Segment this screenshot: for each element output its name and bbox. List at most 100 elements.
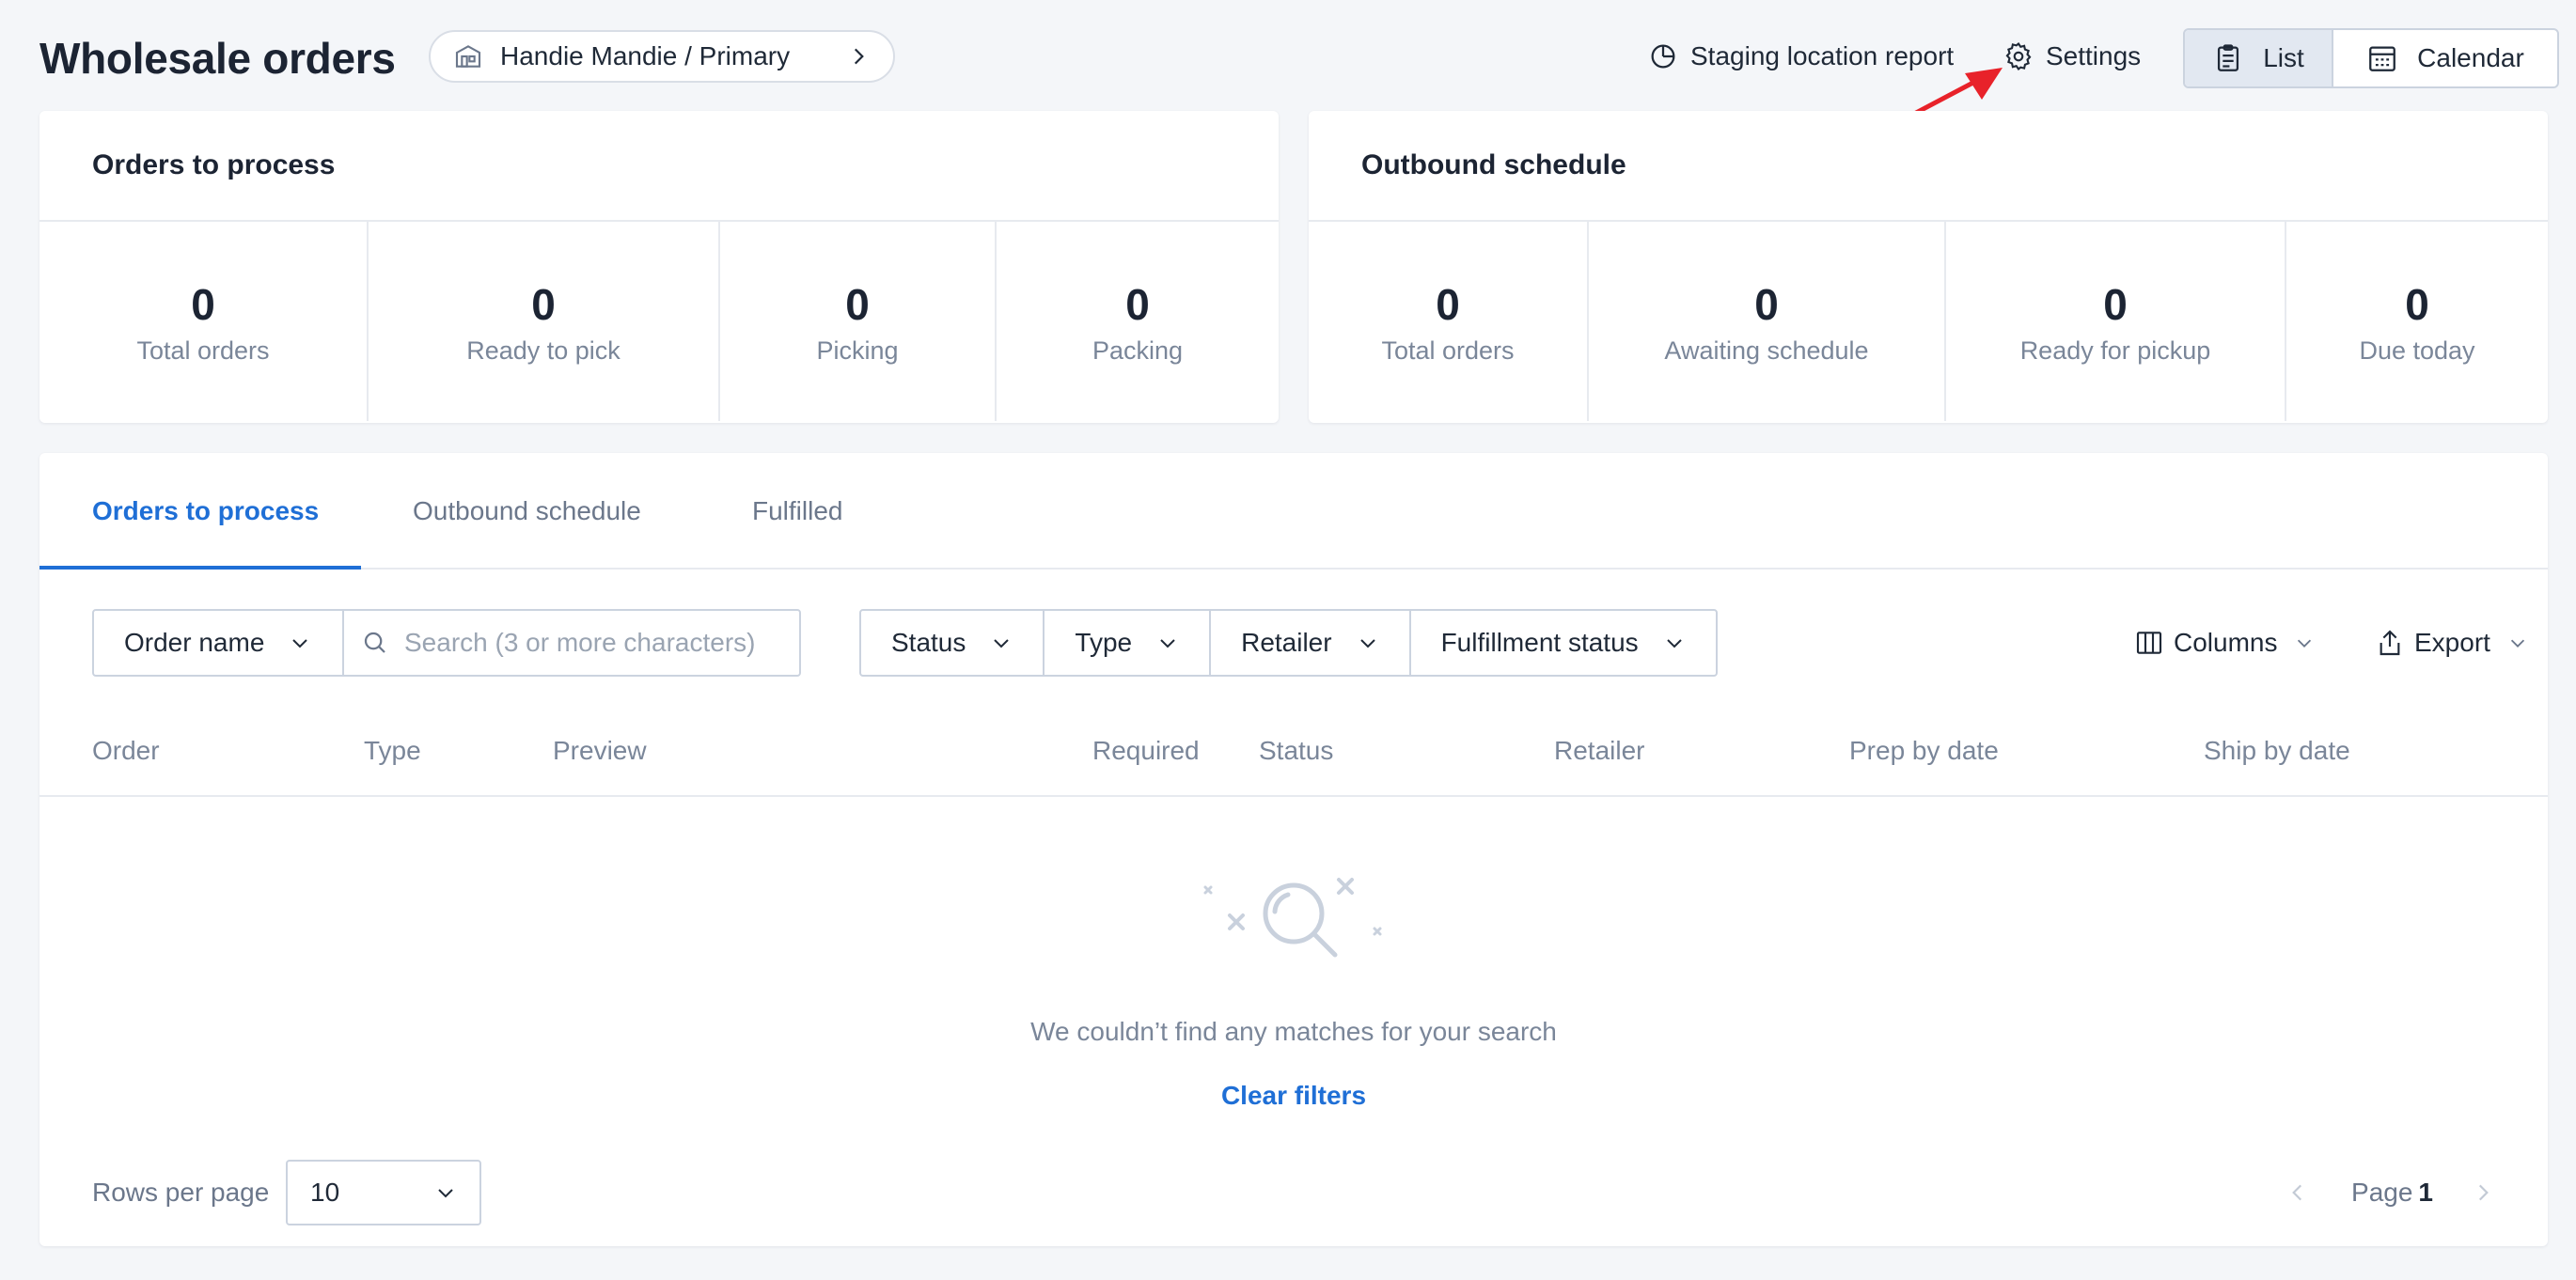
empty-state: We couldn’t find any matches for your se… [39, 866, 2548, 1111]
stat-total-orders: 0 Total orders [1309, 222, 1589, 421]
page-number: 1 [2418, 1178, 2433, 1207]
chevron-down-icon [1160, 639, 1175, 648]
page-indicator: Page 1 [2351, 1178, 2433, 1208]
stat-label: Ready to pick [466, 336, 620, 365]
column-header-retailer[interactable]: Retailer [1554, 705, 1644, 797]
table-header-row: Order Type Preview Required Status Retai… [39, 705, 2548, 797]
chevron-right-icon [854, 48, 864, 65]
empty-state-message: We couldn’t find any matches for your se… [1030, 1017, 1557, 1046]
stat-value: 0 [845, 279, 870, 329]
stats-row: 0 Total orders 0 Ready to pick 0 Picking… [39, 222, 1279, 421]
calendar-view-button[interactable]: Calendar [2333, 30, 2557, 86]
column-header-prep-by-date[interactable]: Prep by date [1849, 705, 1999, 797]
retailer-filter-button[interactable]: Retailer [1211, 611, 1411, 675]
chevron-down-icon [292, 639, 308, 648]
stat-value: 0 [1436, 279, 1460, 329]
page-header: Wholesale orders Handie Mandie / Primary… [39, 28, 2559, 88]
status-filter-label: Status [891, 628, 966, 657]
search-box [344, 611, 799, 675]
location-label: Handie Mandie / Primary [500, 41, 791, 70]
clipboard-icon [2218, 44, 2239, 71]
chevron-down-icon [2510, 639, 2525, 648]
column-header-required[interactable]: Required [1092, 705, 1200, 797]
view-toggle: List Calendar [2183, 28, 2559, 88]
gear-icon [2005, 41, 2032, 71]
stat-packing: 0 Packing [997, 222, 1279, 421]
stat-picking: 0 Picking [720, 222, 997, 421]
fulfillment-status-filter-label: Fulfillment status [1440, 628, 1639, 657]
settings-button[interactable]: Settings [2003, 38, 2141, 75]
chevron-left-icon[interactable] [2285, 1180, 2310, 1205]
export-button[interactable]: Export [2375, 609, 2528, 677]
stat-value: 0 [1125, 279, 1150, 329]
page-label: Page [2351, 1178, 2413, 1207]
stat-total-orders: 0 Total orders [39, 222, 369, 421]
search-input[interactable] [404, 628, 780, 658]
columns-label: Columns [2174, 628, 2278, 657]
list-view-button[interactable]: List [2185, 30, 2333, 86]
staging-location-report-label: Staging location report [1690, 41, 1955, 70]
search-icon [364, 632, 385, 653]
stat-value: 0 [2103, 279, 2128, 329]
stat-label: Packing [1092, 336, 1184, 365]
stat-label: Due today [2359, 336, 2475, 365]
chevron-down-icon [438, 1189, 453, 1198]
stat-awaiting-schedule: 0 Awaiting schedule [1589, 222, 1946, 421]
type-filter-label: Type [1075, 628, 1133, 657]
type-filter-button[interactable]: Type [1045, 611, 1212, 675]
chevron-down-icon [1666, 639, 1682, 648]
stat-label: Ready for pickup [2019, 336, 2211, 365]
calendar-view-label: Calendar [2417, 43, 2524, 72]
column-header-ship-by-date[interactable]: Ship by date [2204, 705, 2350, 797]
settings-label: Settings [2046, 41, 2142, 70]
warehouse-icon [455, 45, 481, 68]
active-tab-indicator [39, 566, 361, 570]
chevron-down-icon [1359, 639, 1375, 648]
column-header-status[interactable]: Status [1259, 705, 1333, 797]
tab-bar: Orders to process Outbound schedule Fulf… [39, 453, 2548, 570]
orders-to-process-card: Orders to process 0 Total orders 0 Ready… [39, 111, 1279, 423]
stat-value: 0 [2405, 279, 2429, 329]
table-footer: Rows per page 10 Page 1 [92, 1160, 2495, 1225]
rows-per-page-select[interactable]: 10 [286, 1160, 481, 1225]
stat-value: 0 [1754, 279, 1779, 329]
column-header-preview[interactable]: Preview [553, 705, 647, 797]
chevron-right-icon[interactable] [2471, 1180, 2495, 1205]
columns-button[interactable]: Columns [2134, 609, 2315, 677]
retailer-filter-label: Retailer [1241, 628, 1332, 657]
stat-ready-for-pickup: 0 Ready for pickup [1946, 222, 2286, 421]
stat-label: Total orders [1381, 336, 1515, 365]
page-title: Wholesale orders [39, 34, 396, 83]
card-title: Orders to process [39, 111, 1279, 222]
stat-value: 0 [531, 279, 556, 329]
filter-toolbar: Order name Status Type Retai [92, 609, 2525, 677]
filter-buttons: Status Type Retailer Fulfillment status [859, 609, 1718, 677]
column-header-type[interactable]: Type [364, 705, 421, 797]
rows-per-page-value: 10 [310, 1178, 340, 1207]
location-selector[interactable]: Handie Mandie / Primary [429, 30, 895, 83]
stat-due-today: 0 Due today [2286, 222, 2548, 421]
fulfillment-status-filter-button[interactable]: Fulfillment status [1411, 611, 1716, 675]
calendar-icon [2369, 46, 2396, 71]
chevron-down-icon [2298, 639, 2312, 648]
clear-filters-link[interactable]: Clear filters [1221, 1081, 1366, 1111]
column-header-order[interactable]: Order [92, 705, 160, 797]
stat-ready-to-pick: 0 Ready to pick [369, 222, 720, 421]
wholesale-orders-page: Wholesale orders Handie Mandie / Primary… [0, 0, 2576, 1280]
status-filter-button[interactable]: Status [861, 611, 1045, 675]
tab-orders-to-process[interactable]: Orders to process [92, 453, 319, 570]
report-chart-icon [1651, 44, 1675, 69]
no-results-search-icon [1203, 878, 1382, 958]
tab-fulfilled[interactable]: Fulfilled [752, 453, 842, 570]
search-field-label: Order name [124, 628, 265, 657]
stat-label: Total orders [136, 336, 270, 365]
stat-value: 0 [191, 279, 215, 329]
search-field-dropdown[interactable]: Order name [94, 611, 344, 675]
tab-outbound-schedule[interactable]: Outbound schedule [413, 453, 641, 570]
share-export-icon [2380, 630, 2400, 656]
outbound-schedule-card: Outbound schedule 0 Total orders 0 Await… [1309, 111, 2548, 423]
staging-location-report-link[interactable]: Staging location report [1647, 38, 1954, 75]
search-group: Order name [92, 609, 801, 677]
chevron-down-icon [994, 639, 1010, 648]
columns-icon [2136, 632, 2162, 654]
